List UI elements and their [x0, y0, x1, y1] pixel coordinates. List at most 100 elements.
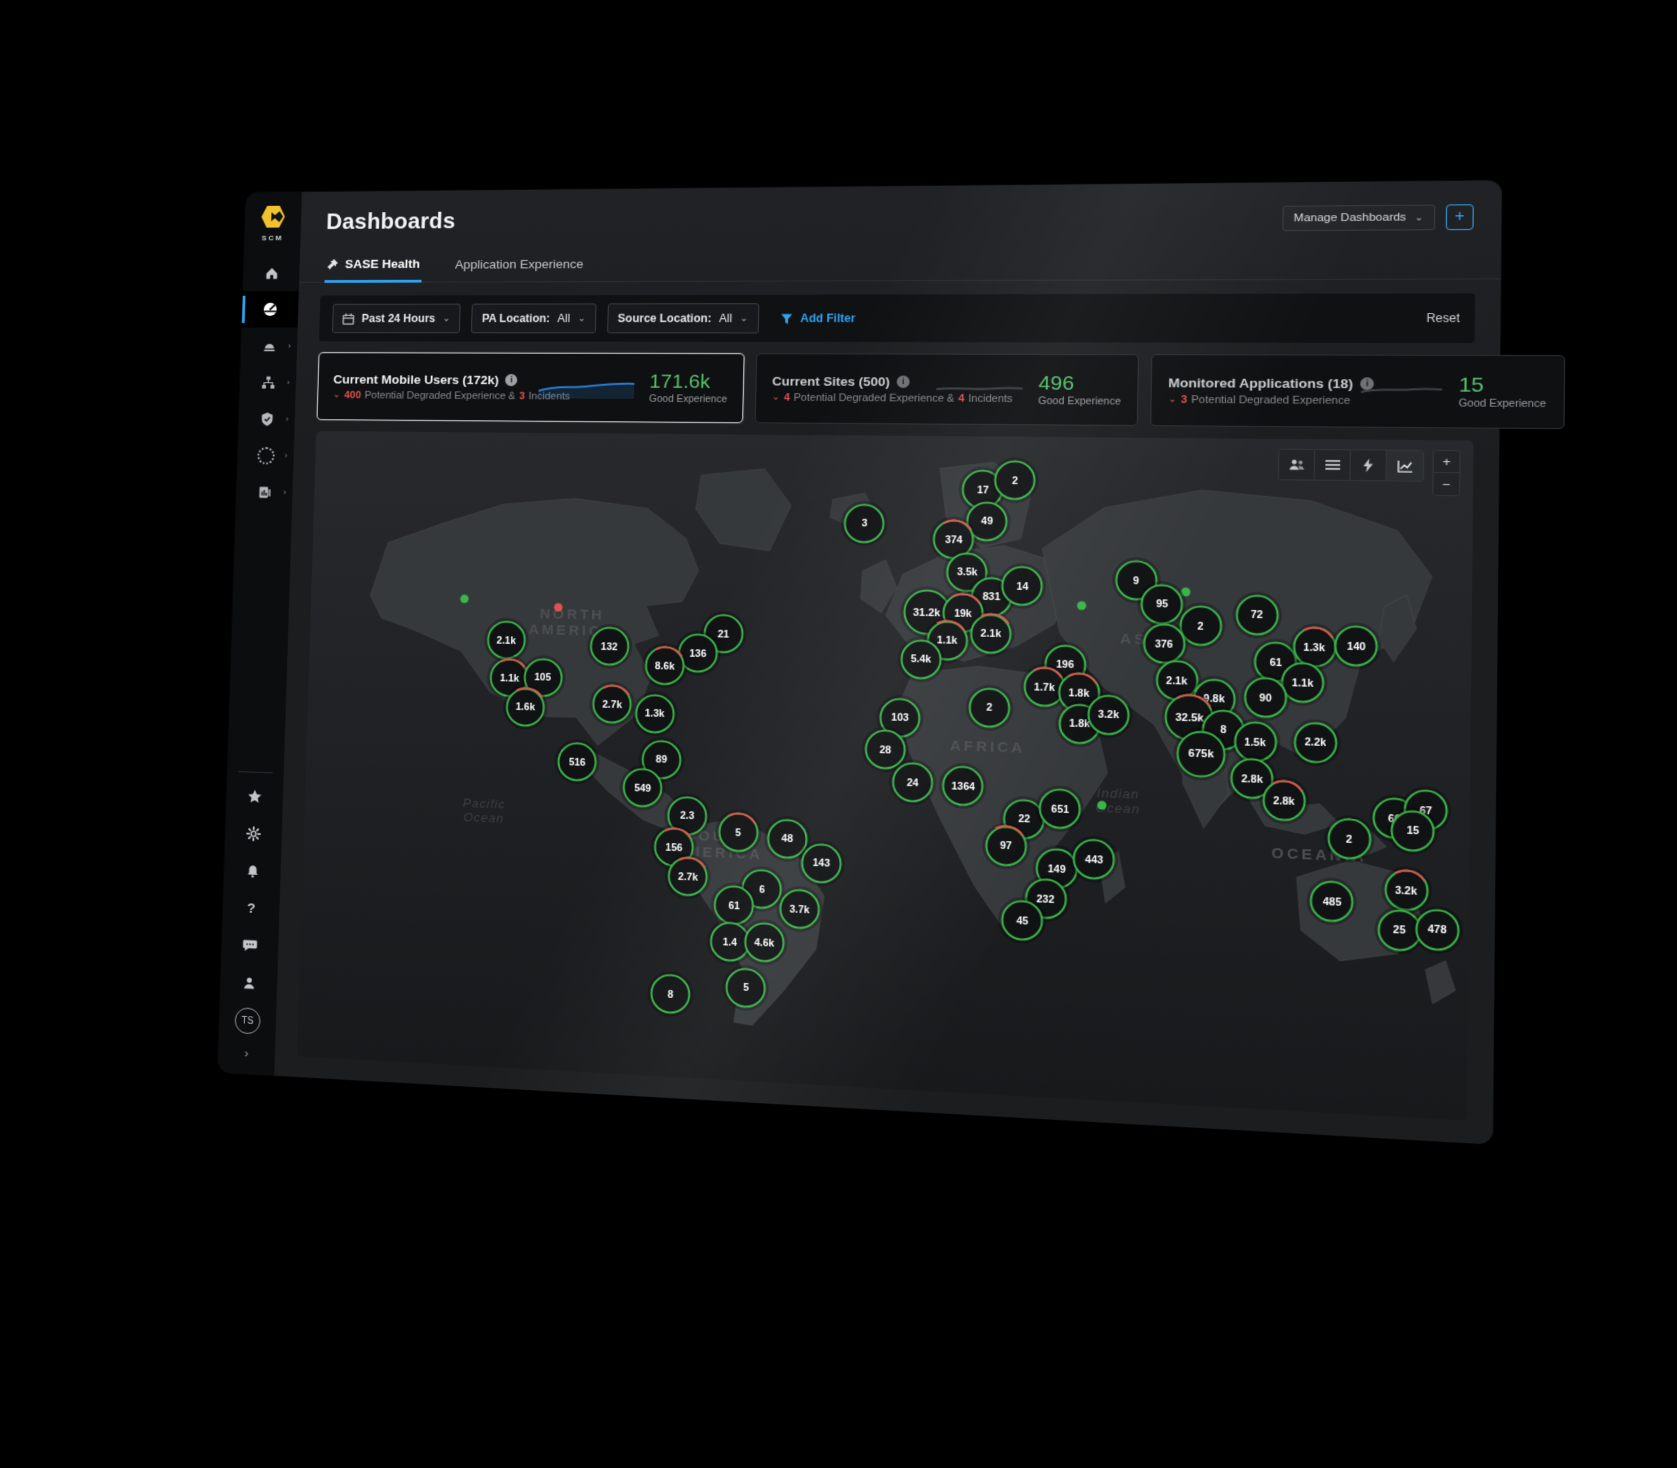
- map-bubble[interactable]: 140: [1334, 625, 1378, 667]
- map-bubble[interactable]: 2: [1327, 817, 1371, 860]
- kpi-value-block: 496 Good Experience: [1038, 373, 1121, 407]
- add-dashboard-button[interactable]: +: [1446, 204, 1474, 230]
- tab-sase-health[interactable]: SASE Health: [324, 249, 422, 282]
- chart-layer-button[interactable]: [1387, 451, 1424, 481]
- map-view-buttons: [1278, 449, 1424, 482]
- sidebar-divider: [238, 771, 273, 773]
- sidebar-item-settings[interactable]: [225, 814, 283, 853]
- info-icon[interactable]: i: [505, 374, 518, 386]
- degraded-count: 3: [1181, 394, 1187, 406]
- kpi-value: 171.6k: [649, 371, 727, 392]
- sparkline: [536, 375, 636, 400]
- dashboard-icon: [262, 301, 279, 317]
- reset-filters-button[interactable]: Reset: [1426, 311, 1460, 325]
- map-bubble[interactable]: 5: [718, 812, 759, 853]
- sidebar-expand-button[interactable]: ›: [218, 1039, 275, 1066]
- kpi-card-text: Current Mobile Users (172k) i ⌄ 400 Pote…: [333, 372, 524, 402]
- chevron-right-icon: ›: [283, 488, 286, 497]
- sidebar-item-alerts[interactable]: ›: [241, 328, 298, 365]
- home-icon: [263, 265, 279, 281]
- pin-icon: [327, 258, 339, 270]
- tab-application-experience[interactable]: Application Experience: [453, 249, 586, 282]
- sidebar-item-dashboards[interactable]: [242, 291, 299, 327]
- sparkline: [1359, 378, 1444, 404]
- scene: SCM ›: [0, 0, 1677, 1468]
- sidebar-item-home[interactable]: [243, 255, 300, 292]
- time-range-value: Past 24 Hours: [361, 312, 435, 325]
- map-bubble[interactable]: 8.6k: [645, 646, 685, 686]
- list-view-button[interactable]: [1315, 450, 1351, 480]
- map-controls: + −: [1278, 449, 1461, 496]
- map-bubble[interactable]: 3.2k: [1384, 869, 1428, 912]
- map-bubble[interactable]: 97: [985, 825, 1027, 867]
- world-map[interactable]: NORTH AMERICASOUTH AMERICAAFRICAASIAOCEA…: [297, 431, 1474, 1121]
- info-icon[interactable]: i: [897, 375, 910, 387]
- sidebar-item-insights[interactable]: ›: [237, 437, 294, 474]
- chevron-down-icon: ⌄: [333, 391, 341, 398]
- pa-location-select[interactable]: PA Location: All ⌄: [471, 303, 596, 333]
- kpi-card-applications[interactable]: Monitored Applications (18) i ⌄ 3 Potent…: [1150, 354, 1565, 429]
- sidebar-item-help[interactable]: ?: [222, 888, 280, 928]
- tab-label: SASE Health: [345, 257, 420, 271]
- sidebar-item-feedback[interactable]: [221, 925, 279, 965]
- user-icon: [241, 974, 257, 991]
- chevron-down-icon: ⌄: [740, 313, 748, 323]
- avatar[interactable]: TS: [234, 1007, 260, 1034]
- zoom-in-button[interactable]: +: [1434, 451, 1460, 473]
- kpi-value-block: 15 Good Experience: [1459, 374, 1547, 409]
- source-location-label: Source Location:: [618, 312, 712, 325]
- tab-label: Application Experience: [455, 257, 584, 271]
- chat-icon: [242, 937, 259, 955]
- map-bubble[interactable]: 2.7k: [668, 856, 709, 897]
- kpi-title: Current Sites (500): [772, 374, 890, 389]
- map-bubble[interactable]: 2.1k: [970, 613, 1012, 654]
- alarm-icon: [261, 338, 277, 354]
- line-chart-icon: [1397, 459, 1413, 472]
- degraded-text: Potential Degraded Experience &: [794, 392, 955, 404]
- kpi-card-text: Monitored Applications (18) i ⌄ 3 Potent…: [1168, 375, 1344, 406]
- manage-dashboards-label: Manage Dashboards: [1294, 212, 1406, 225]
- map-bubble[interactable]: 15: [1391, 810, 1435, 853]
- filter-bar: Past 24 Hours ⌄ PA Location: All ⌄ Sourc…: [319, 293, 1475, 343]
- bolt-icon: [1362, 458, 1374, 472]
- map-site-dot[interactable]: [1098, 801, 1107, 810]
- map-site-dot[interactable]: [1181, 587, 1190, 596]
- bolt-layer-button[interactable]: [1351, 450, 1387, 480]
- chevron-right-icon: ›: [284, 451, 287, 460]
- source-location-select[interactable]: Source Location: All ⌄: [607, 303, 759, 333]
- zoom-out-button[interactable]: −: [1433, 473, 1459, 495]
- kpi-row: Current Mobile Users (172k) i ⌄ 400 Pote…: [317, 352, 1475, 428]
- map-bubble[interactable]: 1.6k: [505, 687, 545, 727]
- time-range-select[interactable]: Past 24 Hours ⌄: [332, 304, 461, 334]
- users-layer-button[interactable]: [1279, 450, 1315, 480]
- sidebar-item-favorites[interactable]: [226, 777, 284, 816]
- users-icon: [1288, 458, 1305, 472]
- degraded-count: 4: [784, 392, 790, 403]
- manage-dashboards-button[interactable]: Manage Dashboards ⌄: [1282, 205, 1435, 232]
- chevron-right-icon: ›: [286, 414, 289, 423]
- map-site-dot[interactable]: [1077, 601, 1086, 610]
- kpi-value-caption: Good Experience: [1459, 397, 1547, 409]
- main-panel: Dashboards Manage Dashboards ⌄ + SASE He…: [274, 180, 1502, 1144]
- sidebar-item-security[interactable]: ›: [238, 400, 295, 437]
- map-bubble[interactable]: 2.8k: [1262, 780, 1306, 822]
- content-area: Past 24 Hours ⌄ PA Location: All ⌄ Sourc…: [274, 279, 1501, 1144]
- kpi-card-mobile-users[interactable]: Current Mobile Users (172k) i ⌄ 400 Pote…: [317, 352, 745, 423]
- sidebar-item-reports[interactable]: ›: [236, 473, 293, 510]
- page-title: Dashboards: [326, 209, 456, 236]
- kpi-alert-line: ⌄ 400 Potential Degraded Experience & 3 …: [333, 389, 524, 401]
- calendar-icon: [342, 312, 354, 324]
- map-bubble[interactable]: 2.2k: [1294, 722, 1338, 764]
- chevron-down-icon: ⌄: [1168, 396, 1177, 404]
- sparkline: [934, 377, 1025, 402]
- add-filter-button[interactable]: Add Filter: [780, 312, 856, 325]
- sidebar-item-notifications[interactable]: [224, 851, 282, 890]
- tab-bar: SASE Health Application Experience: [299, 244, 1501, 283]
- kpi-card-text: Current Sites (500) i ⌄ 4 Potential Degr…: [772, 374, 921, 404]
- sidebar-item-user[interactable]: [220, 963, 278, 1003]
- sidebar-item-network[interactable]: ›: [239, 364, 296, 401]
- page-header: Dashboards Manage Dashboards ⌄ +: [300, 180, 1501, 237]
- map-bubble[interactable]: 2.7k: [592, 684, 632, 724]
- kpi-card-sites[interactable]: Current Sites (500) i ⌄ 4 Potential Degr…: [755, 353, 1139, 426]
- scm-logo[interactable]: SCM: [259, 203, 287, 242]
